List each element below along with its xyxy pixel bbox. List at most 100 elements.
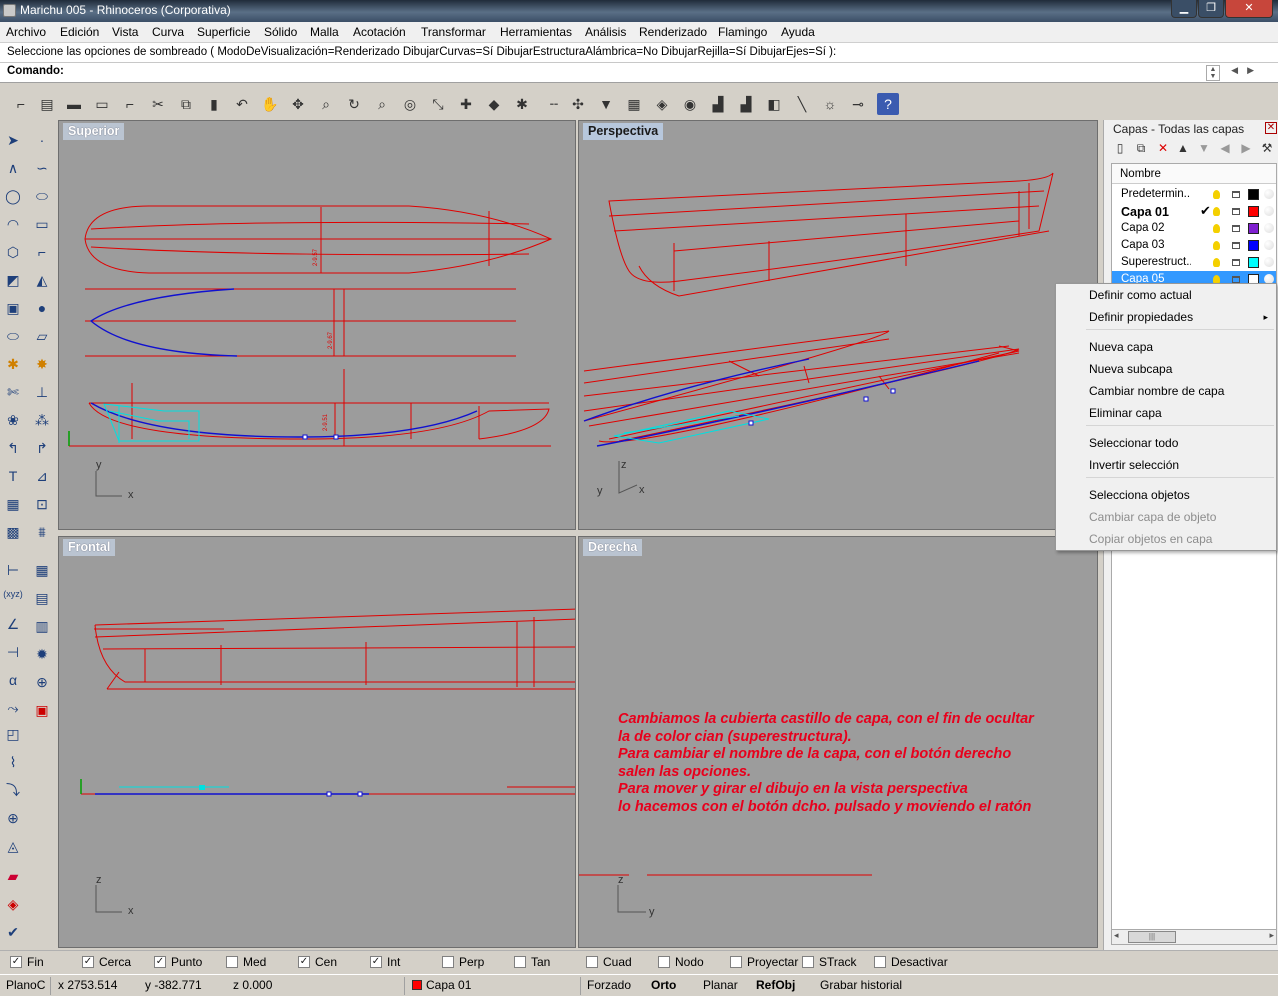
- angle-icon[interactable]: ∠: [1, 612, 25, 636]
- grid-snap-icon[interactable]: ✚: [455, 93, 477, 115]
- undo-icon[interactable]: ↶: [231, 93, 253, 115]
- scroll-left-icon[interactable]: ◂: [1114, 930, 1119, 941]
- layers-horizontal-scrollbar[interactable]: ◂ ||| ▸: [1111, 929, 1277, 945]
- properties-icon[interactable]: ⌐: [119, 93, 141, 115]
- layout-icon[interactable]: ⊕: [30, 670, 54, 694]
- layer-name[interactable]: Capa 01: [1121, 205, 1191, 219]
- menu-flamingo[interactable]: Flamingo: [718, 25, 767, 39]
- osnap-checkbox[interactable]: [514, 956, 526, 968]
- osnap-checkbox[interactable]: [730, 956, 742, 968]
- layer-name[interactable]: Superestruct...: [1121, 256, 1191, 268]
- help-icon[interactable]: ?: [877, 93, 899, 115]
- point-icon[interactable]: ·: [30, 128, 54, 152]
- menu-solido[interactable]: Sólido: [264, 25, 297, 39]
- osnap-checkbox[interactable]: [298, 956, 310, 968]
- layer-row[interactable]: Superestruct...: [1112, 254, 1276, 271]
- status-planar[interactable]: Planar: [703, 978, 738, 992]
- surface-icon[interactable]: ◩: [1, 268, 25, 292]
- layers-icon[interactable]: ◈: [651, 93, 673, 115]
- layer-visible-bulb-icon[interactable]: [1213, 190, 1220, 199]
- viewport-frontal[interactable]: z x Frontal: [58, 536, 576, 948]
- distance-icon[interactable]: ⊣: [1, 640, 25, 664]
- context-menu-item[interactable]: Selecciona objetos: [1089, 488, 1190, 502]
- loft-icon[interactable]: ⤵: [1, 778, 25, 802]
- layer-name[interactable]: Capa 02: [1121, 222, 1191, 234]
- layer-unlock-icon[interactable]: [1232, 242, 1240, 249]
- new-file-icon[interactable]: ⌐: [10, 93, 32, 115]
- viewport-perspectiva[interactable]: z y x Perspectiva: [578, 120, 1098, 530]
- view-icon[interactable]: ▥: [30, 614, 54, 638]
- fillet-icon[interactable]: ↰: [1, 436, 25, 460]
- circle-icon[interactable]: ◯: [1, 184, 25, 208]
- polyline-icon[interactable]: ∧: [1, 156, 25, 180]
- context-menu-item[interactable]: Definir propiedades: [1089, 310, 1193, 324]
- menu-archivo[interactable]: Archivo: [6, 25, 46, 39]
- move-down-icon[interactable]: ▼: [1196, 140, 1212, 156]
- group-icon[interactable]: ❀: [1, 408, 25, 432]
- layer-material-icon[interactable]: [1264, 189, 1274, 199]
- layers-column-header[interactable]: Nombre: [1112, 164, 1276, 184]
- split-icon[interactable]: ⊥: [30, 380, 54, 404]
- osnap-checkbox[interactable]: [802, 956, 814, 968]
- layer-visible-bulb-icon[interactable]: [1213, 241, 1220, 250]
- chamfer-icon[interactable]: ↱: [30, 436, 54, 460]
- layer-color-swatch[interactable]: [1248, 206, 1259, 217]
- status-layer[interactable]: Capa 01: [426, 978, 471, 992]
- zoom-selected-icon[interactable]: ⤡: [427, 93, 449, 115]
- layer-color-swatch[interactable]: [1248, 240, 1259, 251]
- menu-curva[interactable]: Curva: [152, 25, 184, 39]
- viewport-superior[interactable]: 2-9.57 2-9.67 2-9.51 y x Superior: [58, 120, 576, 530]
- print-icon[interactable]: ▭: [91, 93, 113, 115]
- layer-color-swatch[interactable]: [1248, 257, 1259, 268]
- close-icon[interactable]: ✕: [1265, 122, 1277, 134]
- status-orto[interactable]: Orto: [651, 978, 676, 992]
- cplane-icon[interactable]: ▤: [30, 586, 54, 610]
- layer-name[interactable]: Predetermin...: [1121, 188, 1191, 200]
- layer-name[interactable]: Capa 03: [1121, 239, 1191, 251]
- context-menu-item[interactable]: Definir como actual: [1089, 288, 1192, 302]
- layer-unlock-icon[interactable]: [1232, 208, 1240, 215]
- sphere-icon[interactable]: ●: [30, 296, 54, 320]
- copy-icon[interactable]: ⧉: [175, 93, 197, 115]
- dimension-icon[interactable]: ⊿: [30, 464, 54, 488]
- xyz-icon[interactable]: (xyz): [1, 582, 25, 606]
- osnap-checkbox[interactable]: [154, 956, 166, 968]
- analyze-icon[interactable]: ⊡: [30, 492, 54, 516]
- osnap-checkbox[interactable]: [874, 956, 886, 968]
- layer-row[interactable]: Capa 02: [1112, 220, 1276, 237]
- osnap-checkbox[interactable]: [370, 956, 382, 968]
- history-back-icon[interactable]: ◀: [1231, 65, 1238, 76]
- menu-malla[interactable]: Malla: [310, 25, 339, 39]
- zoom-window-icon[interactable]: ⌕: [371, 93, 393, 115]
- sweep-icon[interactable]: ⌇: [1, 750, 25, 774]
- viewport-title-frontal[interactable]: Frontal: [63, 539, 116, 556]
- viewport-title-perspectiva[interactable]: Perspectiva: [583, 123, 664, 140]
- render-car-icon[interactable]: ◆: [483, 93, 505, 115]
- pan-icon[interactable]: ✋: [259, 93, 281, 115]
- close-button[interactable]: ✕: [1225, 0, 1273, 18]
- menu-ayuda[interactable]: Ayuda: [781, 25, 815, 39]
- history-forward-icon[interactable]: ▶: [1247, 65, 1254, 76]
- menu-transformar[interactable]: Transformar: [421, 25, 486, 39]
- layer-visible-bulb-icon[interactable]: [1213, 258, 1220, 267]
- named-view-icon[interactable]: ✹: [30, 642, 54, 666]
- new-sublayer-icon[interactable]: ⧉: [1133, 140, 1149, 156]
- select-points-icon[interactable]: ╌: [543, 93, 565, 115]
- layer-unlock-icon[interactable]: [1232, 225, 1240, 232]
- layer-material-icon[interactable]: [1264, 240, 1274, 250]
- solid-box-icon[interactable]: ▩: [1, 520, 25, 544]
- status-grabar-historial[interactable]: Grabar historial: [820, 978, 902, 992]
- layer-manager-icon[interactable]: ▦: [623, 93, 645, 115]
- fillet-curve-icon[interactable]: ⌐: [30, 240, 54, 264]
- text-icon[interactable]: T: [1, 464, 25, 488]
- render-icon[interactable]: ◧: [763, 93, 785, 115]
- viewport-derecha[interactable]: z y Derecha Cambiamos la cubierta castil…: [578, 536, 1098, 948]
- ellipse-icon[interactable]: ⬭: [30, 184, 54, 208]
- context-menu-item[interactable]: Cambiar nombre de capa: [1089, 384, 1224, 398]
- wrench-icon[interactable]: ⚒: [1259, 140, 1275, 156]
- render-mat-icon[interactable]: ▣: [30, 698, 54, 722]
- layer-row[interactable]: Capa 01 ✔: [1112, 203, 1276, 220]
- scroll-right-icon[interactable]: ▸: [1269, 930, 1274, 941]
- context-menu-item[interactable]: Nueva capa: [1089, 340, 1153, 354]
- solid-tools-icon[interactable]: ◈: [1, 892, 25, 916]
